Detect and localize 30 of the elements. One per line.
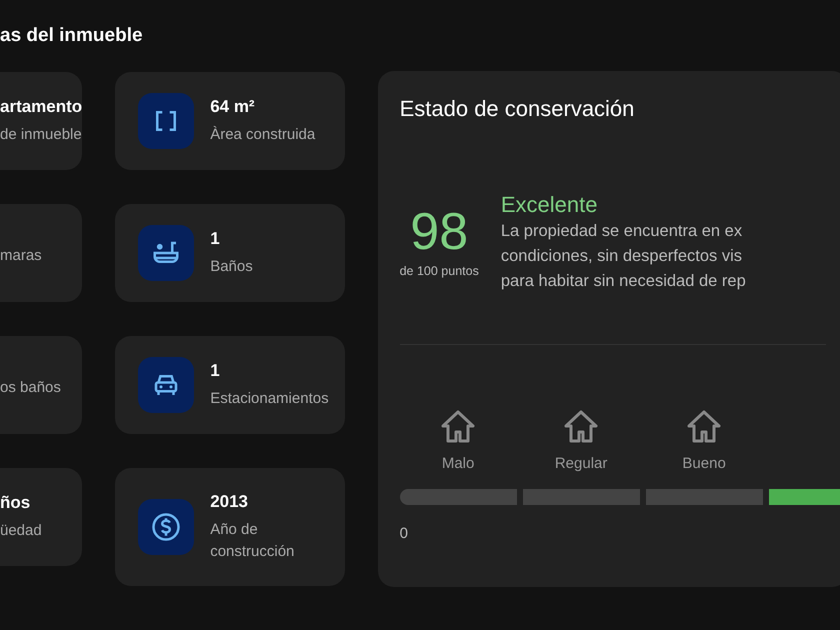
feature-label: Año de construcción <box>210 520 296 562</box>
description-line: para habitar sin necesidad de rep <box>500 271 746 292</box>
dollar-icon <box>151 512 182 542</box>
feature-label: üedad <box>0 521 42 541</box>
house-icon <box>563 409 600 443</box>
feature-value: 64 m² <box>210 96 256 118</box>
feature-label: maras <box>0 246 42 266</box>
scale-label: Regular <box>554 454 608 474</box>
feature-value: 1 <box>210 360 221 382</box>
feature-label: os baños <box>0 378 61 398</box>
feature-label: Àrea construida <box>210 125 316 145</box>
description-line: La propiedad se encuentra en ex <box>500 221 744 242</box>
scale-min-label: 0 <box>400 524 409 544</box>
score-caption: de 100 puntos <box>400 263 479 280</box>
description-line: condiciones, sin desperfectos vis <box>500 246 744 267</box>
score-value: 98 <box>409 204 470 260</box>
feature-value: 2013 <box>210 491 250 513</box>
feature-label: Baños <box>210 257 253 277</box>
rating-label: Excelente <box>500 191 598 219</box>
feature-label: Estacionamientos <box>210 389 329 409</box>
section-title: as del inmueble <box>0 24 144 48</box>
scale-label: Bueno <box>682 454 726 474</box>
scale-label: Malo <box>442 454 474 474</box>
house-icon <box>686 409 722 443</box>
feature-value: artamento <box>0 96 82 118</box>
feature-value: 1 <box>210 228 221 250</box>
feature-label: de inmueble <box>0 125 82 145</box>
panel-title: Estado de conservación <box>400 95 636 123</box>
house-icon <box>440 409 476 443</box>
feature-value: ños <box>0 492 32 514</box>
